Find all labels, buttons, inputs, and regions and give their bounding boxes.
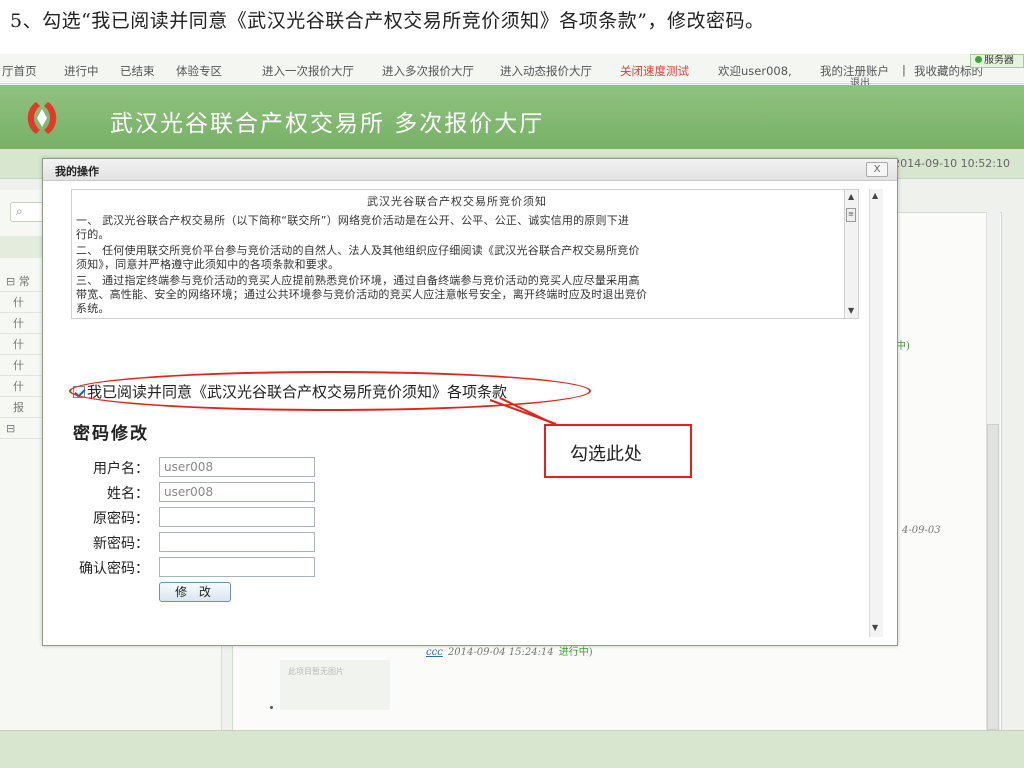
notice-line: 行的。: [76, 228, 110, 241]
nav-multi-bid-hall[interactable]: 进入多次报价大厅: [382, 63, 474, 79]
notice-scroll-thumb[interactable]: ≡: [846, 208, 856, 222]
annotation-callout: 勾选此处: [544, 424, 692, 478]
content-scroll-thumb[interactable]: [987, 424, 999, 730]
nav-dynamic-bid-hall[interactable]: 进入动态报价大厅: [500, 63, 592, 79]
nav-single-bid-hall[interactable]: 进入一次报价大厅: [262, 63, 354, 79]
browser-viewport: 厅首页 进行中 已结束 体验专区 进入一次报价大厅 进入多次报价大厅 进入动态报…: [0, 54, 1024, 768]
bidding-notice-box: 武汉光谷联合产权交易所竞价须知 一、 武汉光谷联合产权交易所（以下简称“联交所”…: [71, 189, 859, 319]
service-badge-label: 服务器: [984, 55, 1014, 66]
confirm-password-label: 确认密码：: [79, 561, 149, 577]
item-image-placeholder: 此项目暂无图片: [280, 660, 390, 710]
dialog-close-button[interactable]: X: [866, 162, 888, 177]
modify-password-button[interactable]: 修 改: [159, 582, 231, 602]
server-clock: 2014-09-10 10:52:10: [893, 157, 1010, 170]
dialog-title: 我的操作: [55, 165, 99, 178]
scroll-down-icon[interactable]: ▼: [848, 306, 854, 315]
notice-line: 须知》，同意并严格遵守此须知中的各项条款和要求。: [76, 258, 340, 271]
scroll-down-icon[interactable]: ▼: [872, 623, 878, 632]
notice-line: 一、 武汉光谷联合产权交易所（以下简称“联交所”）网络竞价活动是在公开、公平、公…: [76, 214, 630, 227]
item-timestamp: 2014-09-04 15:24:14: [447, 647, 554, 658]
old-password-label: 原密码：: [93, 511, 149, 527]
header-banner: 武汉光谷联合产权交易所 多次报价大厅: [0, 85, 1024, 149]
item-link[interactable]: ccc: [426, 647, 443, 658]
online-dot-icon: [975, 56, 982, 63]
dialog-scrollbar[interactable]: ▲ ▼: [869, 189, 883, 637]
search-icon: ⌕: [16, 204, 23, 218]
list-date-fragment: 4-09-03: [902, 525, 941, 536]
exchange-logo-icon: [27, 102, 57, 134]
old-password-field[interactable]: [159, 507, 315, 527]
scroll-up-icon[interactable]: ▲: [872, 191, 878, 200]
footer-bar: [0, 730, 1024, 768]
nav-trial-zone[interactable]: 体验专区: [176, 63, 222, 79]
password-section-title: 密码修改: [73, 424, 149, 444]
notice-line: 系统。: [76, 302, 110, 315]
item-status: 进行中): [558, 647, 593, 658]
name-field[interactable]: user008: [159, 482, 315, 502]
username-field[interactable]: user008: [159, 457, 315, 477]
instruction-caption: 5、勾选“我已阅读并同意《武汉光谷联合产权交易所竞价须知》各项条款”，修改密码。: [10, 10, 765, 32]
nav-ended[interactable]: 已结束: [120, 63, 155, 79]
nav-hall-home[interactable]: 厅首页: [2, 63, 37, 79]
list-bullet: [270, 706, 273, 709]
site-title: 武汉光谷联合产权交易所 多次报价大厅: [110, 111, 545, 137]
welcome-text: 欢迎user008,: [718, 64, 792, 78]
service-badge[interactable]: 服务器: [970, 54, 1024, 68]
nav-in-progress[interactable]: 进行中: [64, 63, 99, 79]
top-nav-bar: 厅首页 进行中 已结束 体验专区 进入一次报价大厅 进入多次报价大厅 进入动态报…: [0, 54, 1024, 89]
confirm-password-field[interactable]: [159, 557, 315, 577]
username-label: 用户名：: [93, 461, 149, 477]
name-label: 姓名：: [107, 486, 149, 502]
notice-title: 武汉光谷联合产权交易所竞价须知: [367, 195, 547, 208]
new-password-label: 新密码：: [93, 536, 149, 552]
list-status-fragment: 中): [896, 341, 910, 352]
nav-close-speed-test[interactable]: 关闭速度测试: [620, 63, 689, 79]
nav-separator: |: [902, 63, 906, 77]
new-password-field[interactable]: [159, 532, 315, 552]
callout-text: 勾选此处: [570, 444, 642, 465]
dialog-titlebar: 我的操作 X: [43, 159, 897, 181]
my-operations-dialog: 我的操作 X 武汉光谷联合产权交易所竞价须知 一、 武汉光谷联合产权交易所（以下…: [42, 158, 898, 646]
scroll-up-icon[interactable]: ▲: [848, 192, 854, 201]
notice-line: 带宽、高性能、安全的网络环境；通过公共环境参与竞价活动的竞买人应注意帐号安全，离…: [76, 288, 648, 301]
